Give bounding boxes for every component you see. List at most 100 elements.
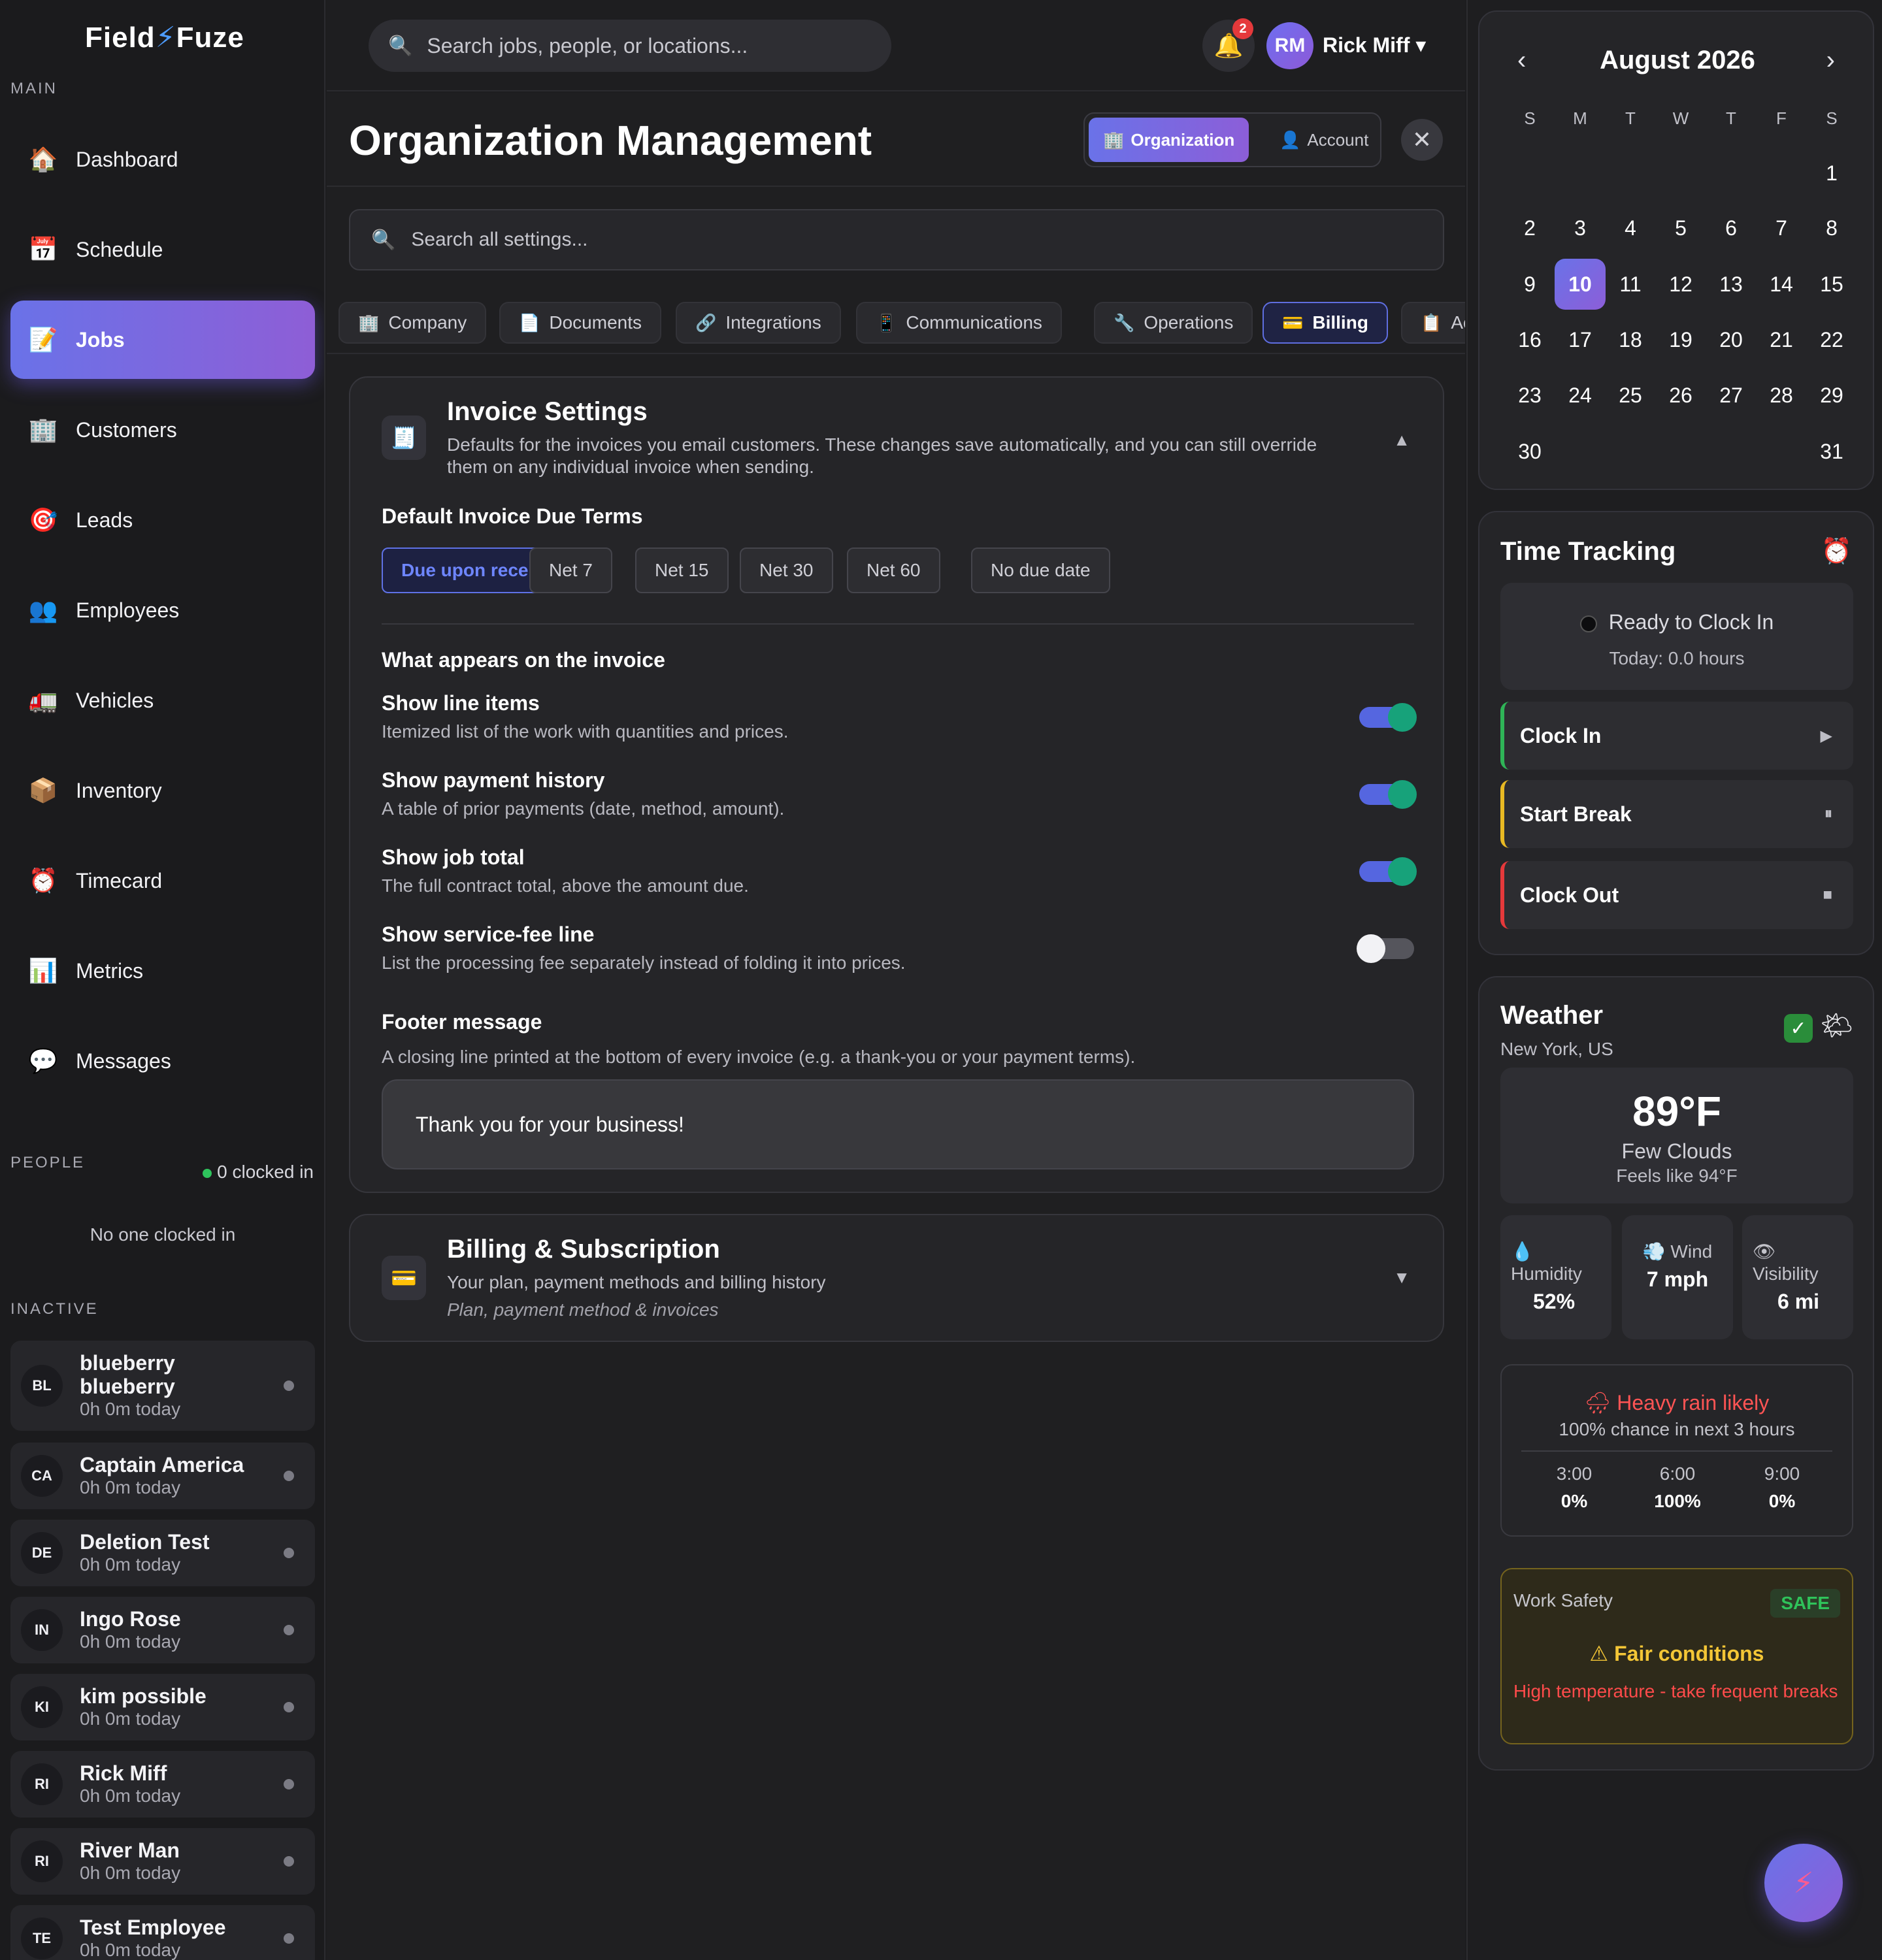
calendar-day[interactable]: 17 (1555, 314, 1606, 365)
calendar-day[interactable]: 25 (1605, 370, 1656, 421)
calendar-day[interactable]: 1 (1806, 148, 1857, 199)
calendar-day[interactable]: 6 (1706, 203, 1757, 253)
global-search-input[interactable]: 🔍 Search jobs, people, or locations... (369, 20, 891, 72)
weather-location: New York, US (1500, 1039, 1613, 1059)
person-row[interactable]: DE Deletion Test 0h 0m today (10, 1520, 315, 1586)
clock-in-button[interactable]: Clock In ▶ (1500, 702, 1853, 770)
clock-out-button[interactable]: Clock Out ■ (1500, 861, 1853, 929)
calendar-day[interactable]: 23 (1504, 370, 1555, 421)
calendar-day[interactable]: 30 (1504, 426, 1555, 477)
nav-item-employees[interactable]: 👥 Employees (10, 571, 315, 649)
due-term-chip[interactable]: No due date (971, 547, 1110, 593)
toggle-switch[interactable] (1359, 780, 1417, 809)
toggle-title: Show payment history (382, 768, 605, 792)
calendar-day[interactable]: 28 (1756, 370, 1807, 421)
due-term-chip[interactable]: Net 60 (847, 547, 940, 593)
nav-item-leads[interactable]: 🎯 Leads (10, 481, 315, 559)
close-button[interactable]: ✕ (1401, 119, 1443, 161)
calendar-day[interactable]: 9 (1504, 259, 1555, 310)
expand-chevron-icon[interactable]: ▼ (1393, 1267, 1410, 1288)
calendar-day[interactable]: 22 (1806, 314, 1857, 365)
organization-tab[interactable]: 🏢 Organization (1089, 118, 1249, 162)
next-month-button[interactable]: › (1826, 46, 1835, 75)
billing-subscription-card[interactable]: 💳 Billing & Subscription Your plan, paym… (349, 1214, 1444, 1342)
person-row[interactable]: RI River Man 0h 0m today (10, 1828, 315, 1895)
person-row[interactable]: KI kim possible 0h 0m today (10, 1674, 315, 1740)
calendar-day[interactable]: 13 (1706, 259, 1757, 310)
tab-operations[interactable]: 🔧 Operations (1094, 302, 1253, 344)
due-term-chip[interactable]: Net 30 (740, 547, 833, 593)
due-term-chip[interactable]: Net 15 (635, 547, 729, 593)
status-dot-icon (284, 1625, 294, 1635)
calendar-day[interactable]: 16 (1504, 314, 1555, 365)
quick-action-button[interactable]: ⚡ (1764, 1844, 1843, 1922)
due-term-chip[interactable]: Net 7 (529, 547, 612, 593)
status-dot-icon (284, 1548, 294, 1558)
nav-item-inventory[interactable]: 📦 Inventory (10, 751, 315, 830)
nav-item-messages[interactable]: 💬 Messages (10, 1022, 315, 1100)
tab-integrations[interactable]: 🔗 Integrations (676, 302, 841, 344)
user-menu-button[interactable]: Rick Miff ▾ (1323, 33, 1426, 57)
tab-communications[interactable]: 📱 Communications (856, 302, 1062, 344)
nav-item-jobs[interactable]: 📝 Jobs (10, 301, 315, 379)
calendar-day[interactable]: 4 (1605, 203, 1656, 253)
calendar-day[interactable]: 26 (1655, 370, 1706, 421)
calendar-day[interactable]: 18 (1605, 314, 1656, 365)
calendar-day[interactable]: 12 (1655, 259, 1706, 310)
calendar-day[interactable]: 10 (1555, 259, 1606, 310)
weekday-label: M (1573, 108, 1587, 128)
calendar-day[interactable]: 3 (1555, 203, 1606, 253)
user-avatar[interactable]: RM (1266, 22, 1313, 69)
toggle-switch[interactable] (1357, 934, 1414, 963)
nav-item-dashboard[interactable]: 🏠 Dashboard (10, 120, 315, 199)
calendar-day[interactable]: 31 (1806, 426, 1857, 477)
calendar-day[interactable]: 5 (1655, 203, 1706, 253)
nav-metrics-icon: 📊 (28, 957, 58, 984)
person-row[interactable]: IN Ingo Rose 0h 0m today (10, 1597, 315, 1663)
toggle-switch[interactable] (1359, 703, 1417, 732)
footer-message-input[interactable]: Thank you for your business! (382, 1079, 1414, 1169)
person-time: 0h 0m today (80, 1940, 181, 1960)
online-dot-icon (203, 1168, 212, 1178)
app-logo[interactable]: Field⚡Fuze (85, 21, 244, 54)
collapse-chevron-icon[interactable]: ▲ (1393, 430, 1410, 450)
nav-item-timecard[interactable]: ⏰ Timecard (10, 841, 315, 920)
status-dot-icon (284, 1380, 294, 1391)
tab-label: Communications (906, 312, 1042, 333)
tab-company[interactable]: 🏢 Company (338, 302, 487, 344)
calendar-day[interactable]: 11 (1605, 259, 1656, 310)
calendar-day[interactable]: 29 (1806, 370, 1857, 421)
calendar-day[interactable]: 14 (1756, 259, 1807, 310)
calendar-day[interactable]: 27 (1706, 370, 1757, 421)
person-row[interactable]: BL blueberry blueberry 0h 0m today (10, 1341, 315, 1431)
toggle-switch[interactable] (1359, 857, 1417, 886)
person-row[interactable]: TE Test Employee 0h 0m today (10, 1905, 315, 1960)
tab-billing[interactable]: 💳 Billing (1263, 302, 1388, 344)
weekday-label: T (1726, 108, 1736, 128)
tab-activity[interactable]: 📋 Activity (1401, 302, 1465, 344)
calendar-day[interactable]: 19 (1655, 314, 1706, 365)
settings-search-input[interactable]: 🔍 Search all settings... (349, 209, 1444, 270)
calendar-day[interactable]: 8 (1806, 203, 1857, 253)
person-row[interactable]: CA Captain America 0h 0m today (10, 1443, 315, 1509)
nav-item-metrics[interactable]: 📊 Metrics (10, 932, 315, 1010)
weekday-label: W (1672, 108, 1689, 128)
start-break-button[interactable]: Start Break ⏸ (1500, 780, 1853, 848)
calendar-day[interactable]: 20 (1706, 314, 1757, 365)
calendar-day[interactable]: 21 (1756, 314, 1807, 365)
account-tab[interactable]: 👤 Account (1265, 118, 1383, 162)
status-dot-icon (284, 1779, 294, 1789)
nav-item-schedule[interactable]: 📅 Schedule (10, 210, 315, 289)
calendar-day[interactable]: 2 (1504, 203, 1555, 253)
person-row[interactable]: RI Rick Miff 0h 0m today (10, 1751, 315, 1818)
nav-employees-icon: 👥 (28, 596, 58, 623)
calendar-day[interactable]: 24 (1555, 370, 1606, 421)
nav-item-customers[interactable]: 🏢 Customers (10, 391, 315, 469)
tab-documents[interactable]: 📄 Documents (499, 302, 661, 344)
people-section-label: PEOPLE (10, 1154, 86, 1171)
calendar-day[interactable]: 15 (1806, 259, 1857, 310)
person-name: Ingo Rose (80, 1607, 181, 1631)
nav-item-vehicles[interactable]: 🚛 Vehicles (10, 661, 315, 740)
notifications-button[interactable]: 🔔 2 (1202, 18, 1255, 72)
calendar-day[interactable]: 7 (1756, 203, 1807, 253)
